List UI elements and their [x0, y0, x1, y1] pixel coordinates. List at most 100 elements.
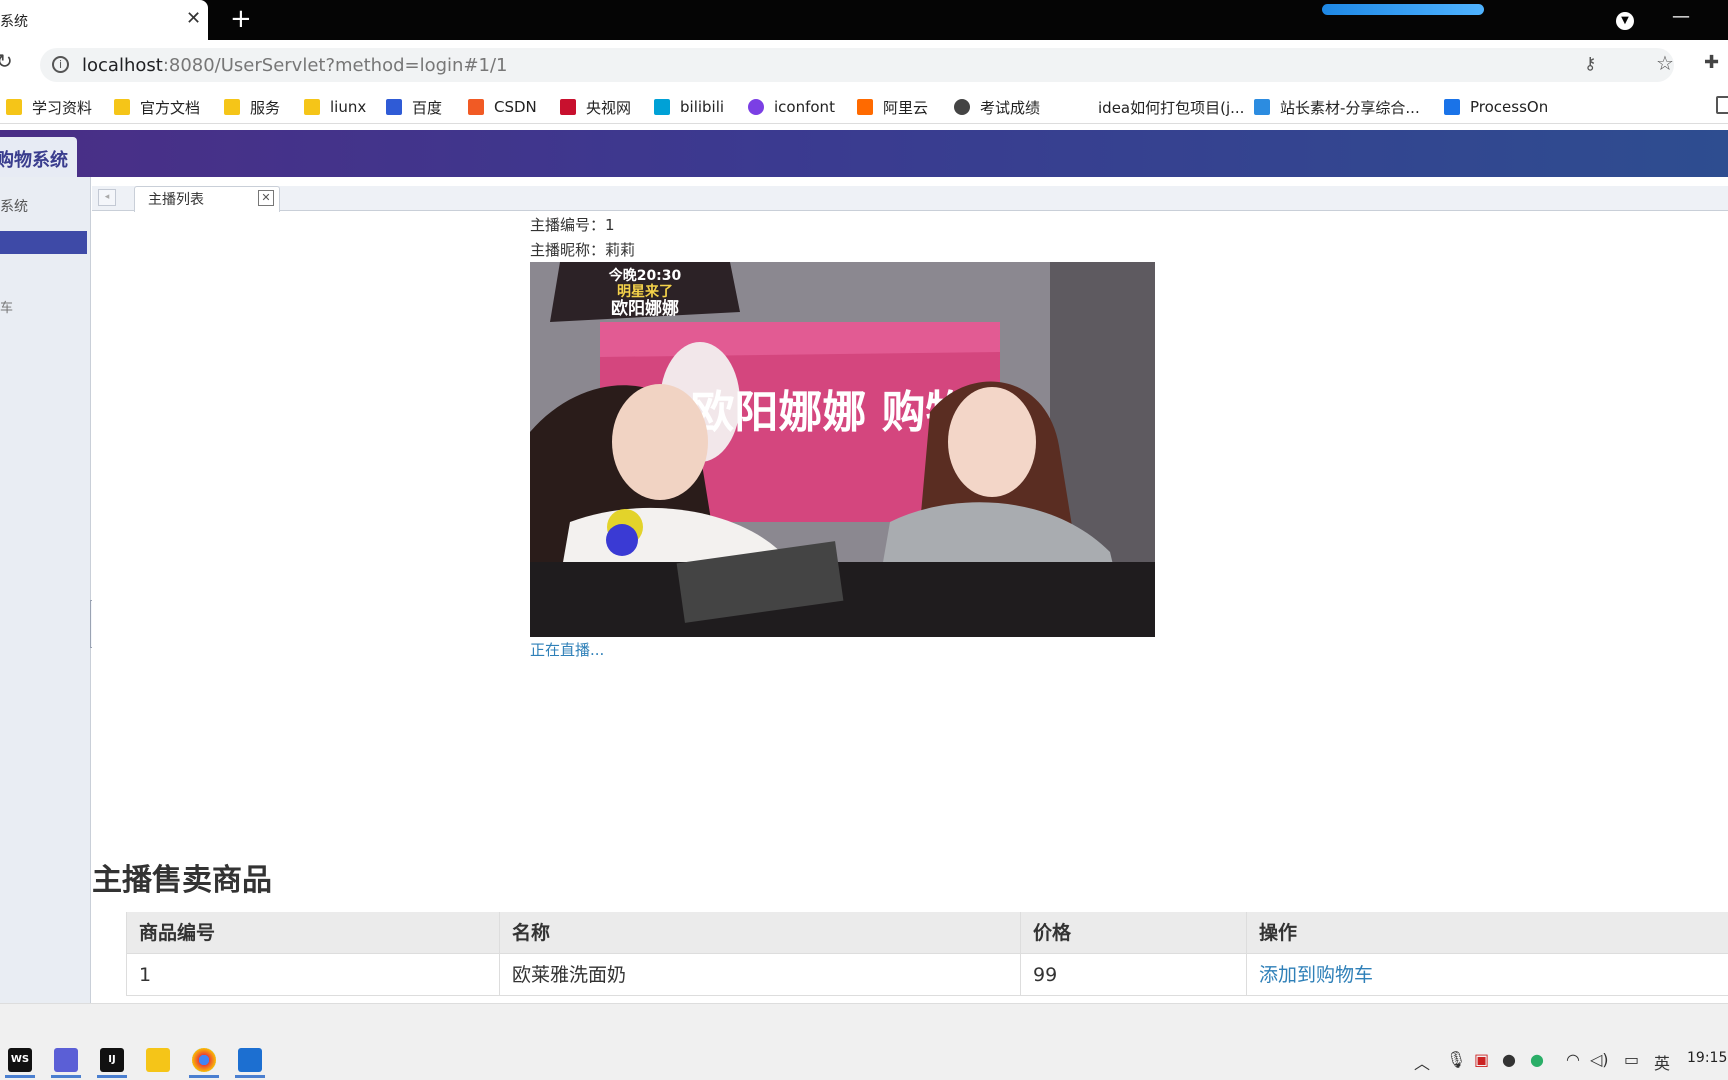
column-header-price: 价格: [1021, 912, 1247, 954]
bilibili-icon: [654, 99, 670, 115]
bookmark-item[interactable]: 央视网: [560, 96, 631, 118]
bookmark-item[interactable]: CSDN: [468, 96, 537, 118]
active-app-indicator: [51, 1075, 81, 1078]
bookmark-item[interactable]: ProcessOn: [1444, 96, 1548, 118]
extensions-puzzle-icon[interactable]: ✚: [1704, 52, 1724, 73]
live-stream-illustration: 欧阳娜娜 购物 今晚20:30 明星来了 欧阳娜娜: [530, 262, 1155, 637]
bookmark-item[interactable]: 阿里云: [857, 96, 928, 118]
image-overlay-time: 今晚20:30: [608, 267, 682, 284]
bookmark-label: 阿里云: [883, 98, 929, 117]
app-header: [0, 130, 1728, 177]
password-key-icon[interactable]: ⚷: [1584, 54, 1596, 74]
folder-icon: [304, 99, 320, 115]
baidu-icon: [386, 99, 402, 115]
table-row: 1 欧莱雅洗面奶 99 添加到购物车: [126, 954, 1728, 996]
wechat-icon[interactable]: ●: [1530, 1050, 1544, 1069]
tabs-scroll-left-icon[interactable]: ◂: [98, 189, 116, 206]
close-tab-icon[interactable]: ✕: [258, 190, 274, 206]
battery-icon[interactable]: ▭: [1624, 1050, 1639, 1069]
add-to-cart-link[interactable]: 添加到购物车: [1259, 964, 1373, 986]
volume-icon[interactable]: ◁): [1590, 1050, 1609, 1069]
image-banner-text: 欧阳娜娜 购物: [690, 387, 969, 438]
sidebar-title: 系统: [0, 199, 28, 215]
sidebar-item-active[interactable]: [0, 231, 87, 254]
bookmark-label: 站长素材-分享综合...: [1280, 98, 1420, 117]
browser-tab-title: 系统: [0, 14, 28, 30]
sidebar: [0, 177, 91, 1003]
bookmark-label: idea如何打包项目(j...: [1098, 98, 1245, 117]
close-tab-icon[interactable]: ✕: [186, 8, 201, 29]
bookmark-label: 学习资料: [32, 98, 93, 117]
bookmark-label: 官方文档: [140, 98, 201, 117]
cell-product-price: 99: [1021, 954, 1247, 996]
column-header-name: 名称: [500, 912, 1021, 954]
bookmark-label: 央视网: [586, 98, 632, 117]
bookmark-label: 百度: [412, 98, 443, 117]
url-text[interactable]: localhost:8080/UserServlet?method=login#…: [82, 55, 508, 76]
app-taskbar-icon[interactable]: [54, 1048, 78, 1072]
csdn-icon: [468, 99, 484, 115]
active-app-indicator: [97, 1075, 127, 1078]
folder-icon: [6, 99, 22, 115]
chinaz-icon: [1254, 99, 1270, 115]
bookmark-item[interactable]: iconfont: [748, 96, 835, 118]
qq-icon[interactable]: ●: [1502, 1050, 1516, 1069]
bookmark-item[interactable]: 站长素材-分享综合...: [1254, 96, 1420, 118]
bookmark-item[interactable]: bilibili: [654, 96, 724, 118]
download-progress-bar: [1322, 4, 1484, 15]
bookmark-item[interactable]: idea如何打包项目(j...: [1072, 96, 1244, 118]
bookmark-star-icon[interactable]: ☆: [1656, 51, 1674, 75]
bookmark-label: 考试成绩: [980, 98, 1041, 117]
profile-icon[interactable]: ▼: [1616, 12, 1634, 30]
reload-icon[interactable]: ↻: [0, 49, 13, 73]
bookmark-label: iconfont: [774, 98, 835, 116]
system-clock[interactable]: 19:15: [1687, 1050, 1727, 1066]
anchor-id: 主播编号：1: [530, 216, 615, 234]
minimize-button[interactable]: —: [1672, 6, 1690, 27]
show-hidden-icons-chevron-icon[interactable]: ︿: [1414, 1050, 1430, 1074]
cell-product-id: 1: [126, 954, 500, 996]
input-method-indicator[interactable]: 英: [1654, 1050, 1670, 1074]
bookmark-item[interactable]: 官方文档: [114, 96, 200, 118]
bookmark-label: liunx: [330, 98, 367, 116]
wifi-icon[interactable]: ◠: [1566, 1050, 1580, 1069]
folder-icon: [224, 99, 240, 115]
tab-anchor-list-label: 主播列表: [148, 192, 204, 208]
bookmark-label: 服务: [250, 98, 281, 117]
file-explorer-taskbar-icon[interactable]: [146, 1048, 170, 1072]
bookmark-item[interactable]: 服务: [224, 96, 280, 118]
column-header-action: 操作: [1259, 922, 1298, 944]
cell-product-action: 添加到购物车: [1247, 954, 1728, 996]
live-stream-image[interactable]: 欧阳娜娜 购物 今晚20:30 明星来了 欧阳娜娜: [530, 262, 1155, 637]
content-tabs-strip: [92, 186, 1728, 211]
folder-icon: [114, 99, 130, 115]
bookmark-item[interactable]: 考试成绩: [954, 96, 1040, 118]
bookmark-item[interactable]: 百度: [386, 96, 442, 118]
photos-taskbar-icon[interactable]: [238, 1048, 262, 1072]
browser-tab[interactable]: [0, 0, 208, 40]
active-app-indicator: [235, 1075, 265, 1078]
globe-icon: [954, 99, 970, 115]
live-now-link[interactable]: 正在直播...: [530, 639, 604, 660]
column-header-id: 商品编号: [126, 912, 500, 954]
site-info-icon[interactable]: i: [52, 56, 69, 73]
blank-icon: [1072, 99, 1088, 115]
products-section-title: 主播售卖商品: [92, 863, 272, 898]
sidebar-item-cart[interactable]: 车: [0, 297, 13, 316]
reading-list-icon[interactable]: [1716, 96, 1728, 114]
microphone-icon[interactable]: 🎙: [1446, 1050, 1466, 1069]
new-tab-button[interactable]: +: [230, 4, 252, 34]
bookmark-label: CSDN: [494, 98, 537, 116]
table-header-row: 商品编号 名称 价格 操作: [126, 912, 1728, 954]
recorder-icon[interactable]: ▣: [1474, 1050, 1489, 1069]
bookmark-item[interactable]: 学习资料: [6, 96, 92, 118]
bookmark-label: ProcessOn: [1470, 98, 1549, 116]
image-overlay-star: 明星来了: [617, 284, 673, 300]
bookmark-item[interactable]: liunx: [304, 96, 366, 118]
cctv-icon: [560, 99, 576, 115]
webstorm-taskbar-icon[interactable]: WS: [8, 1048, 32, 1072]
intellij-taskbar-icon[interactable]: IJ: [100, 1048, 124, 1072]
image-overlay-name: 欧阳娜娜: [611, 298, 679, 319]
chrome-taskbar-icon[interactable]: [192, 1048, 216, 1072]
processon-icon: [1444, 99, 1460, 115]
